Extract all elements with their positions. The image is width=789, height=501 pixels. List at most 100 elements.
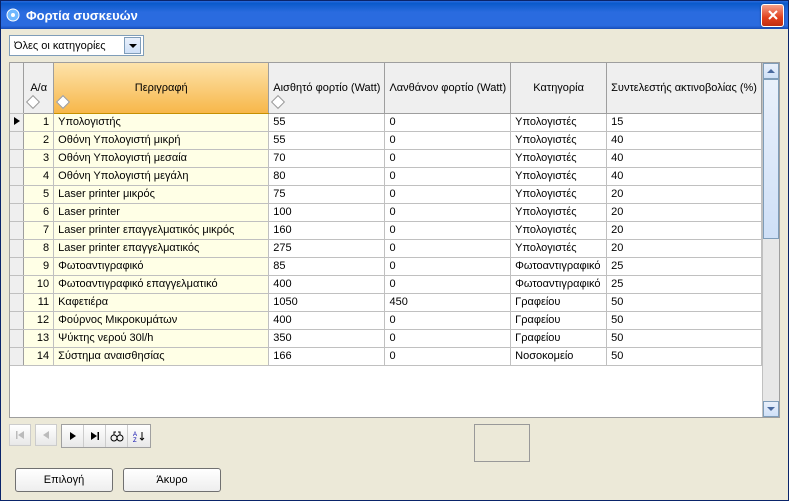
cell-desc[interactable]: Υπολογιστής [54,113,269,131]
cell-aa[interactable]: 10 [24,275,54,293]
cell-aa[interactable]: 2 [24,131,54,149]
cell-s[interactable]: 1050 [269,293,385,311]
cell-aa[interactable]: 1 [24,113,54,131]
row-header[interactable] [10,203,24,221]
cell-k[interactable]: Γραφείου [511,329,607,347]
row-header[interactable] [10,131,24,149]
row-header[interactable] [10,293,24,311]
cell-l[interactable]: 0 [385,113,511,131]
cell-r[interactable]: 50 [607,329,762,347]
cell-aa[interactable]: 4 [24,167,54,185]
col-header-sensible[interactable]: Αισθητό φορτίο (Watt) [269,63,385,113]
table-row[interactable]: 2Οθόνη Υπολογιστή μικρή550Υπολογιστές40 [10,131,762,149]
cell-k[interactable]: Υπολογιστές [511,167,607,185]
cell-l[interactable]: 0 [385,131,511,149]
table-row[interactable]: 7Laser printer επαγγελματικός μικρός1600… [10,221,762,239]
row-header[interactable] [10,113,24,131]
cell-k[interactable]: Υπολογιστές [511,185,607,203]
titlebar[interactable]: Φορτία συσκευών [1,1,788,29]
cell-desc[interactable]: Σύστημα αναισθησίας [54,347,269,365]
row-header[interactable] [10,275,24,293]
table-row[interactable]: 12Φούρνος Μικροκυμάτων4000Γραφείου50 [10,311,762,329]
row-header[interactable] [10,329,24,347]
cell-s[interactable]: 160 [269,221,385,239]
close-button[interactable] [761,4,784,27]
cell-r[interactable]: 20 [607,221,762,239]
cell-s[interactable]: 166 [269,347,385,365]
cell-desc[interactable]: Φούρνος Μικροκυμάτων [54,311,269,329]
cell-r[interactable]: 15 [607,113,762,131]
nav-prev-button[interactable] [35,424,57,446]
cell-s[interactable]: 275 [269,239,385,257]
table-row[interactable]: 6Laser printer1000Υπολογιστές20 [10,203,762,221]
cell-s[interactable]: 100 [269,203,385,221]
row-header[interactable] [10,347,24,365]
pin-icon[interactable] [58,94,68,110]
cell-l[interactable]: 0 [385,257,511,275]
cell-r[interactable]: 20 [607,239,762,257]
cell-r[interactable]: 50 [607,293,762,311]
cell-l[interactable]: 0 [385,311,511,329]
row-header[interactable] [10,185,24,203]
col-header-latent[interactable]: Λανθάνον φορτίο (Watt) [385,63,511,113]
cell-r[interactable]: 25 [607,257,762,275]
cancel-button[interactable]: Άκυρο [123,468,221,492]
corner-header[interactable] [10,63,24,113]
select-button[interactable]: Επιλογή [15,468,113,492]
table-row[interactable]: 9Φωτοαντιγραφικό850Φωτοαντιγραφικό25 [10,257,762,275]
cell-aa[interactable]: 8 [24,239,54,257]
cell-l[interactable]: 0 [385,239,511,257]
cell-s[interactable]: 85 [269,257,385,275]
cell-s[interactable]: 80 [269,167,385,185]
data-grid[interactable]: Α/α Περιγραφή Αισθητό φορτίο (Watt) Λανθ… [9,62,780,418]
cell-desc[interactable]: Laser printer [54,203,269,221]
cell-r[interactable]: 20 [607,185,762,203]
cell-k[interactable]: Υπολογιστές [511,239,607,257]
cell-k[interactable]: Υπολογιστές [511,203,607,221]
sort-button[interactable]: AZ [128,425,150,447]
cell-aa[interactable]: 11 [24,293,54,311]
cell-aa[interactable]: 6 [24,203,54,221]
cell-k[interactable]: Υπολογιστές [511,113,607,131]
col-header-category[interactable]: Κατηγορία [511,63,607,113]
row-header[interactable] [10,221,24,239]
cell-r[interactable]: 25 [607,275,762,293]
pin-icon[interactable] [28,94,38,110]
row-header[interactable] [10,257,24,275]
cell-k[interactable]: Γραφείου [511,311,607,329]
cell-desc[interactable]: Laser printer επαγγελματικός [54,239,269,257]
cell-desc[interactable]: Οθόνη Υπολογιστή μεγάλη [54,167,269,185]
cell-desc[interactable]: Οθόνη Υπολογιστή μεσαία [54,149,269,167]
cell-l[interactable]: 450 [385,293,511,311]
cell-k[interactable]: Υπολογιστές [511,221,607,239]
nav-next-button[interactable] [62,425,84,447]
cell-r[interactable]: 50 [607,347,762,365]
cell-s[interactable]: 400 [269,275,385,293]
cell-k[interactable]: Υπολογιστές [511,149,607,167]
cell-aa[interactable]: 13 [24,329,54,347]
scroll-down-button[interactable] [763,401,779,417]
row-header[interactable] [10,239,24,257]
cell-s[interactable]: 75 [269,185,385,203]
cell-desc[interactable]: Ψύκτης νερού 30l/h [54,329,269,347]
cell-aa[interactable]: 12 [24,311,54,329]
table-row[interactable]: 1Υπολογιστής550Υπολογιστές15 [10,113,762,131]
table-row[interactable]: 4Οθόνη Υπολογιστή μεγάλη800Υπολογιστές40 [10,167,762,185]
col-header-radiation[interactable]: Συντελεστής ακτινοβολίας (%) [607,63,762,113]
scrollbar-thumb[interactable] [763,79,779,239]
cell-aa[interactable]: 9 [24,257,54,275]
cell-l[interactable]: 0 [385,203,511,221]
cell-k[interactable]: Φωτοαντιγραφικό [511,257,607,275]
chevron-down-icon[interactable] [124,37,141,54]
category-filter[interactable]: Όλες οι κατηγορίες [9,35,144,56]
cell-l[interactable]: 0 [385,167,511,185]
cell-desc[interactable]: Laser printer επαγγελματικός μικρός [54,221,269,239]
cell-k[interactable]: Νοσοκομείο [511,347,607,365]
cell-k[interactable]: Φωτοαντιγραφικό [511,275,607,293]
cell-l[interactable]: 0 [385,221,511,239]
cell-r[interactable]: 40 [607,149,762,167]
nav-first-button[interactable] [9,424,31,446]
nav-last-button[interactable] [84,425,106,447]
scroll-up-button[interactable] [763,63,779,79]
cell-l[interactable]: 0 [385,275,511,293]
